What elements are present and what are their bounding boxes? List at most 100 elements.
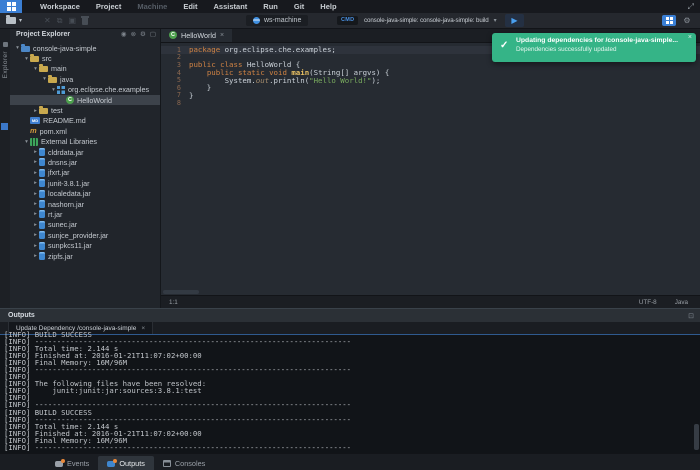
bottom-panel-bar: EventsOutputsConsoles: [0, 453, 700, 470]
tree-item-junit-3-8-1-jar[interactable]: ▸junit-3.8.1.jar: [10, 178, 160, 188]
chevron-right-icon[interactable]: ▸: [32, 108, 39, 114]
tree-item-src[interactable]: ▾src: [10, 53, 160, 63]
folder-icon: [39, 108, 48, 114]
collapse-all-icon[interactable]: ⊗: [131, 28, 136, 41]
notification-body: Updating dependencies for /console-java-…: [516, 37, 684, 53]
tree-item-nashorn-jar[interactable]: ▸nashorn.jar: [10, 199, 160, 209]
tree-item-label: HelloWorld: [77, 96, 112, 105]
code-editor[interactable]: 1package org.eclipse.che.examples;23publ…: [161, 43, 700, 295]
folder-icon: [48, 77, 57, 83]
tree-item-org-eclipse-che-examples[interactable]: ▾org.eclipse.che.examples: [10, 85, 160, 95]
chevron-right-icon[interactable]: ▸: [32, 253, 39, 259]
tree-item-pom-xml[interactable]: mpom.xml: [10, 126, 160, 136]
tree-item-label: console-java-simple: [33, 44, 97, 53]
menu-edit[interactable]: Edit: [175, 0, 205, 13]
build-output-console[interactable]: [INFO] BUILD SUCCESS[INFO] -------------…: [0, 331, 692, 453]
run-command-button[interactable]: ▶: [505, 14, 524, 27]
code-token: }: [189, 91, 193, 100]
project-folder-icon: [6, 17, 16, 24]
tree-item-rt-jar[interactable]: ▸rt.jar: [10, 209, 160, 219]
refresh-icon[interactable]: ◉: [121, 28, 127, 41]
machine-selector[interactable]: ws-machine: [246, 15, 308, 26]
chevron-down-icon[interactable]: ▾: [23, 139, 30, 145]
console-line: [INFO] ---------------------------------…: [4, 444, 692, 451]
menu-workspace[interactable]: Workspace: [32, 0, 88, 13]
maximize-outputs-icon[interactable]: ⊡: [688, 312, 694, 320]
project-tree[interactable]: ▾console-java-simple▾src▾main▾java▾org.e…: [10, 43, 160, 261]
chevron-right-icon[interactable]: ▸: [32, 191, 39, 197]
tree-item-cldrdata-jar[interactable]: ▸cldrdata.jar: [10, 147, 160, 157]
perspective-operations-button[interactable]: ⚙: [680, 15, 694, 26]
new-project-button[interactable]: ▾: [6, 17, 22, 24]
folder-icon: [39, 66, 48, 72]
command-selector[interactable]: console-java-simple: console-java-simple…: [364, 13, 497, 28]
tab-consoles[interactable]: Consoles: [154, 456, 214, 470]
settings-gear-icon[interactable]: ⚙: [140, 28, 146, 41]
notification-title: Updating dependencies for /console-java-…: [516, 37, 684, 44]
chevron-right-icon[interactable]: ▸: [32, 211, 39, 217]
chevron-right-icon[interactable]: ▸: [32, 232, 39, 238]
minimize-panel-icon[interactable]: ▢: [150, 28, 156, 41]
copy-icon[interactable]: ⧉: [57, 13, 63, 28]
tree-item-label: sunpkcs11.jar: [48, 241, 92, 250]
chevron-right-icon[interactable]: ▸: [32, 243, 39, 249]
readme-icon: MD: [30, 117, 40, 124]
console-scrollbar-thumb[interactable]: [694, 424, 699, 450]
chevron-down-icon[interactable]: ▾: [23, 56, 30, 62]
tree-item-label: sunec.jar: [48, 220, 77, 229]
chevron-down-icon[interactable]: ▾: [50, 87, 57, 93]
java-class-icon: C: [169, 31, 177, 39]
tree-item-jfxrt-jar[interactable]: ▸jfxrt.jar: [10, 168, 160, 178]
chevron-down-icon: ▾: [494, 17, 497, 24]
chevron-down-icon[interactable]: ▾: [32, 66, 39, 72]
cursor-position: 1:1: [169, 299, 178, 306]
perspective-ide-button[interactable]: [662, 15, 676, 26]
chevron-right-icon[interactable]: ▸: [32, 159, 39, 165]
class-icon: C: [66, 96, 74, 104]
command-label: console-java-simple: console-java-simple…: [364, 17, 489, 24]
chevron-right-icon[interactable]: ▸: [32, 222, 39, 228]
explorer-vertical-tab[interactable]: Explorer: [0, 42, 10, 78]
tree-item-localedata-jar[interactable]: ▸localedata.jar: [10, 188, 160, 198]
menu-git[interactable]: Git: [286, 0, 312, 13]
chevron-right-icon[interactable]: ▸: [32, 180, 39, 186]
cut-icon[interactable]: ✕: [44, 13, 51, 28]
tree-item-console-java-simple[interactable]: ▾ console-java-simple: [10, 43, 160, 53]
tab-outputs[interactable]: Outputs: [98, 456, 154, 470]
tab-events[interactable]: Events: [46, 456, 98, 470]
paste-icon[interactable]: ▣: [68, 13, 76, 28]
expand-window-icon[interactable]: ⤢: [688, 0, 694, 13]
outputs-panel: Outputs ⊡ Update Dependency /console-jav…: [0, 308, 700, 453]
menu-project[interactable]: Project: [88, 0, 129, 13]
tree-item-zipfs-jar[interactable]: ▸zipfs.jar: [10, 251, 160, 261]
tree-item-main[interactable]: ▾main: [10, 64, 160, 74]
tree-item-sunjce-provider-jar[interactable]: ▸sunjce_provider.jar: [10, 230, 160, 240]
delete-icon[interactable]: [82, 18, 88, 25]
chevron-down-icon[interactable]: ▾: [14, 45, 21, 51]
chevron-down-icon[interactable]: ▾: [41, 76, 48, 82]
menu-run[interactable]: Run: [255, 0, 286, 13]
menu-machine[interactable]: Machine: [129, 0, 175, 13]
notification-message: Dependencies successfully updated: [516, 46, 684, 53]
close-tab-icon[interactable]: ×: [220, 32, 224, 39]
editor-tab-helloworld[interactable]: C HelloWorld ×: [161, 28, 232, 42]
cmd-badge: CMD: [337, 16, 358, 25]
chevron-right-icon[interactable]: ▸: [32, 170, 39, 176]
menu-help[interactable]: Help: [312, 0, 344, 13]
tree-item-readme-md[interactable]: MDREADME.md: [10, 116, 160, 126]
tree-item-sunec-jar[interactable]: ▸ sunec.jar: [10, 220, 160, 230]
tree-item-helloworld[interactable]: CHelloWorld: [10, 95, 160, 105]
tree-item-label: README.md: [43, 116, 86, 125]
chevron-right-icon[interactable]: ▸: [32, 201, 39, 207]
tree-item-java[interactable]: ▾java: [10, 74, 160, 84]
chevron-right-icon[interactable]: ▸: [32, 149, 39, 155]
tree-item-dnsns-jar[interactable]: ▸dnsns.jar: [10, 157, 160, 167]
editor-hscrollbar-thumb[interactable]: [163, 290, 199, 294]
menu-assistant[interactable]: Assistant: [206, 0, 256, 13]
close-notification-icon[interactable]: ×: [688, 34, 692, 41]
tree-item-external-libraries[interactable]: ▾External Libraries: [10, 137, 160, 147]
che-logo-icon[interactable]: [0, 0, 22, 13]
tree-item-test[interactable]: ▸test: [10, 105, 160, 115]
tree-item-sunpkcs11-jar[interactable]: ▸ sunpkcs11.jar: [10, 240, 160, 250]
project-explorer-header: Project Explorer ◉ ⊗ ⚙ ▢: [10, 28, 160, 41]
